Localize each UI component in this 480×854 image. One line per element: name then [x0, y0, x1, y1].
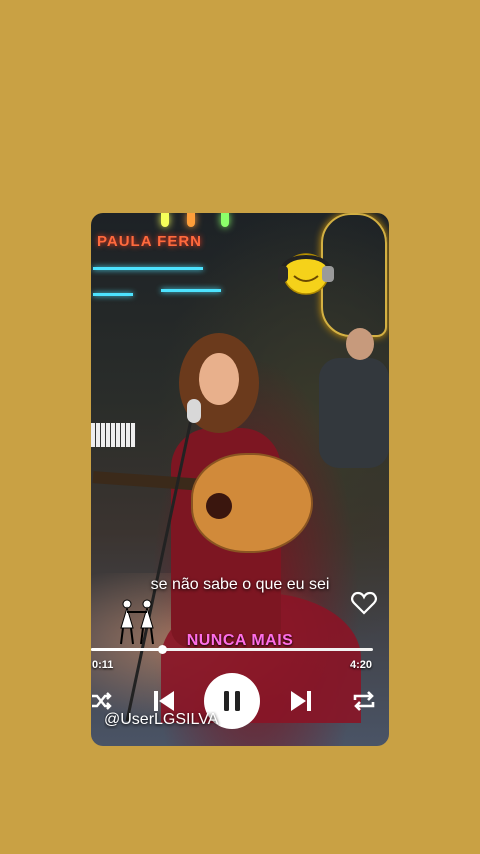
bulb-3 [221, 213, 229, 227]
shuffle-button[interactable] [90, 690, 112, 712]
lyrics-line: se não sabe o que eu sei [150, 576, 330, 593]
watermark-username: @UserLGSILVA [104, 711, 219, 728]
progress-bar[interactable] [91, 645, 373, 654]
repeat-icon [353, 691, 375, 711]
pause-icon [224, 691, 240, 711]
heart-outline-icon [351, 591, 377, 615]
microphone [187, 399, 201, 423]
bulb-1 [161, 213, 169, 227]
elapsed-time: 0:11 [92, 659, 114, 671]
repeat-button[interactable] [351, 689, 377, 713]
violinist-head [346, 328, 374, 360]
guitar-soundhole [206, 493, 232, 519]
bulb-2 [187, 213, 195, 227]
progress-knob[interactable] [157, 645, 167, 654]
skip-next-icon [291, 691, 311, 711]
neon-shelf [93, 293, 133, 296]
total-time: 4:20 [350, 659, 373, 671]
keyboard-instrument [91, 423, 136, 447]
neon-shelf [161, 289, 221, 292]
neon-shelf [93, 267, 203, 270]
shuffle-icon [92, 692, 112, 710]
next-button[interactable] [289, 688, 313, 714]
video-frame: PAULA FERN [91, 213, 389, 746]
singer-face [199, 353, 239, 405]
headphone-emoji-icon [278, 253, 334, 295]
neon-sign: PAULA FERN [97, 233, 202, 250]
violinist [319, 358, 389, 468]
progress-fill [91, 648, 162, 651]
favorite-button[interactable] [351, 591, 377, 615]
